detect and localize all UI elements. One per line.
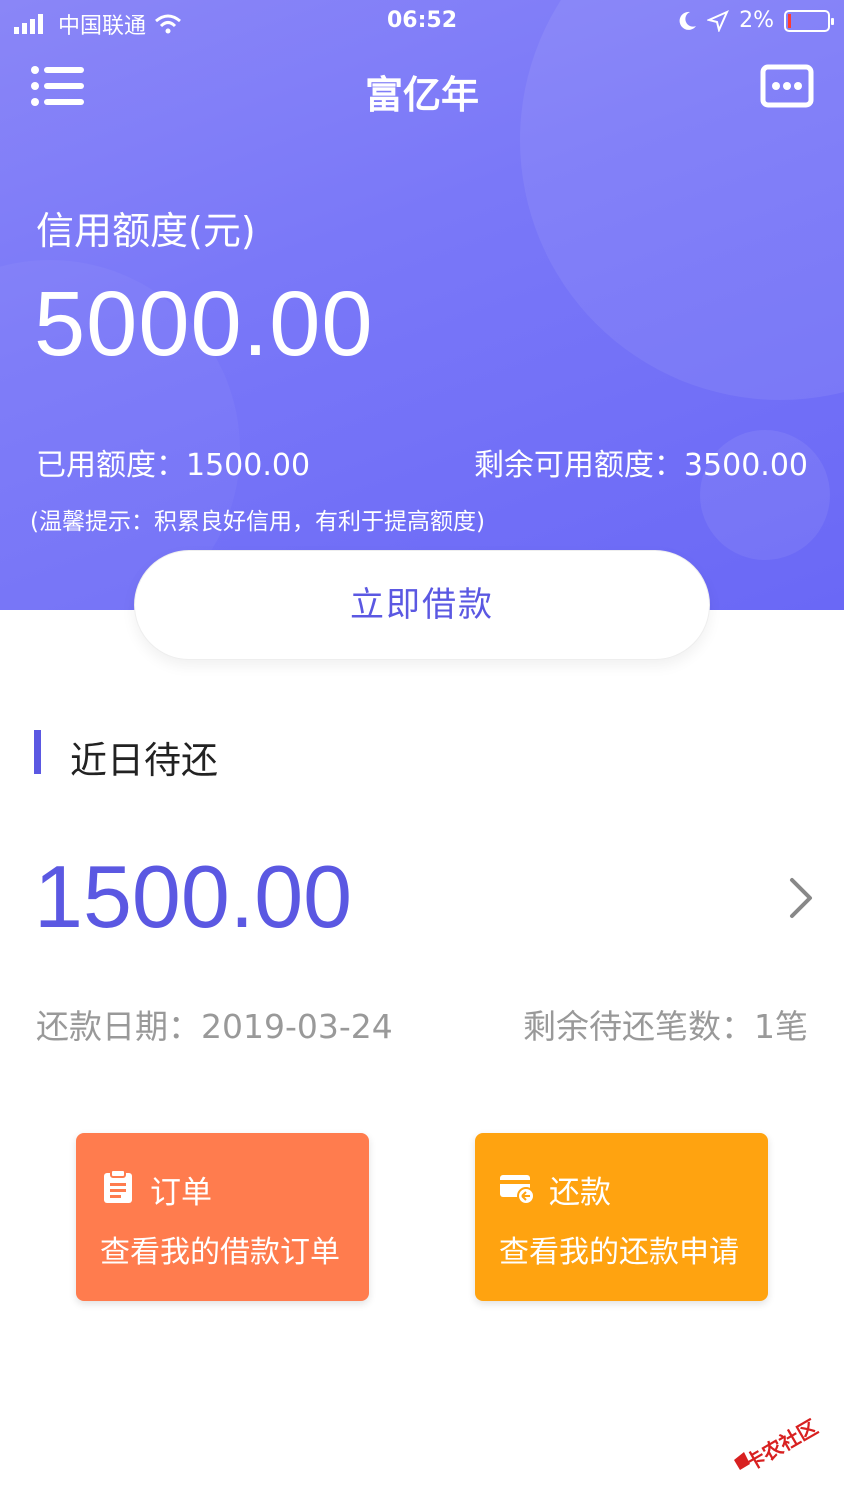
section-accent-bar — [34, 730, 41, 774]
nav-bar: 富亿年 — [0, 50, 844, 126]
used-amount: 已用额度：1500.00 — [36, 448, 311, 483]
credit-limit-label: 信用额度(元) — [36, 209, 256, 253]
credit-tip: (温馨提示：积累良好信用，有利于提高额度) — [30, 509, 485, 535]
location-arrow-icon — [707, 9, 730, 32]
remaining-count: 剩余待还笔数：1笔 — [523, 1007, 808, 1046]
orders-card-title: 订单 — [150, 1175, 212, 1211]
orders-card-desc: 查看我的借款订单 — [100, 1235, 340, 1270]
due-amount[interactable]: 1500.00 — [34, 846, 352, 948]
message-button[interactable] — [760, 64, 814, 110]
repay-card-desc: 查看我的还款申请 — [499, 1235, 739, 1270]
due-date: 还款日期：2019-03-24 — [36, 1007, 393, 1046]
watermark-logo: 卡农社区 — [726, 1408, 836, 1478]
orders-card[interactable]: 订单 查看我的借款订单 — [76, 1133, 369, 1301]
chevron-right-icon[interactable] — [788, 876, 814, 920]
battery-icon — [784, 9, 834, 32]
repay-card[interactable]: 还款 查看我的还款申请 — [475, 1133, 768, 1301]
card-refund-icon — [500, 1175, 535, 1205]
remaining-amount: 剩余可用额度：3500.00 — [473, 448, 808, 483]
moon-icon — [679, 11, 697, 30]
borrow-now-button[interactable]: 立即借款 — [134, 550, 710, 660]
repay-card-title: 还款 — [549, 1175, 611, 1211]
clipboard-icon — [104, 1169, 132, 1203]
page-title: 富亿年 — [364, 73, 479, 117]
credit-header: 中国联通 06:52 2% 富亿年 信用额度(元) 5000.00 已用额度：1… — [0, 0, 844, 610]
message-icon — [760, 64, 814, 108]
battery-percent: 2% — [739, 8, 774, 33]
credit-limit-amount: 5000.00 — [34, 273, 374, 375]
section-title: 近日待还 — [70, 739, 218, 782]
svg-text:卡农社区: 卡农社区 — [740, 1415, 821, 1476]
status-bar: 中国联通 06:52 2% — [0, 0, 844, 44]
